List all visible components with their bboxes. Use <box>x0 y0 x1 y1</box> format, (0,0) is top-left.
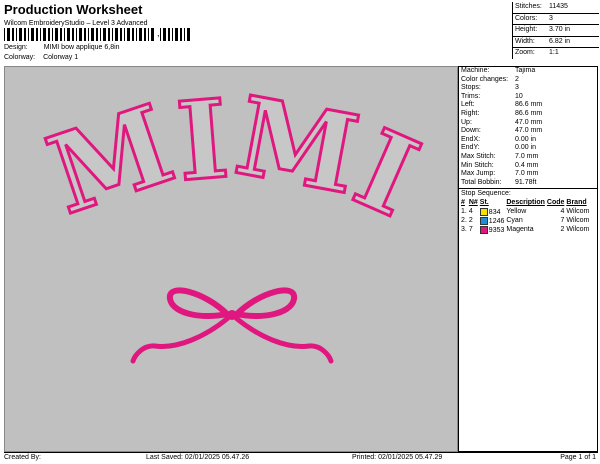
prop-value: 3 <box>515 84 519 92</box>
bow-icon <box>130 287 334 364</box>
row-index: 3. <box>461 226 467 234</box>
prop-value: 2 <box>515 75 519 83</box>
prop-value: 0.00 in <box>515 144 537 152</box>
prop-label: Color changes: <box>461 75 509 83</box>
software-name: Wilcom EmbroideryStudio – Level 3 Advanc… <box>4 20 148 27</box>
stats-box: Stitches: 11435 Colors: 3 Height: 3.70 in W… <box>512 2 599 59</box>
prop-label: EndY: <box>461 144 480 152</box>
stat-value: 6.82 in <box>549 37 571 45</box>
footer: Created By: Last Saved: 02/01/2025 05.47… <box>4 452 598 464</box>
properties-list: Machine: Tajima Color changes: 2 Stops: 3 T… <box>459 67 597 187</box>
color-swatch <box>479 225 488 234</box>
column-header: N# <box>468 199 478 207</box>
prop-value: 47.0 mm <box>515 127 543 135</box>
stop-sequence-heading: Stop Sequence: <box>459 188 597 198</box>
color-description: Yellow <box>506 208 527 216</box>
stitch-count: 834 <box>488 208 501 216</box>
stat-value: 3 <box>549 14 553 22</box>
page-title: Production Worksheet <box>4 2 143 17</box>
stat-label: Width: <box>515 37 535 45</box>
prop-value: 86.6 mm <box>515 109 543 117</box>
design-label: Design: <box>4 44 28 51</box>
stitch-cell: 1246 <box>479 216 507 225</box>
color-swatch <box>479 207 488 216</box>
prop-label: Trims: <box>461 92 481 100</box>
table-row: 3. 7 9353 Magenta 2 Wilcom <box>461 225 591 234</box>
printed-date: Printed: 02/01/2025 05.47.29 <box>352 454 443 461</box>
page-number: Page 1 of 1 <box>560 454 596 461</box>
table-row: 2. 2 1246 Cyan 7 Wilcom <box>461 216 591 225</box>
row-index: 1. <box>461 208 467 216</box>
color-swatch <box>479 216 488 225</box>
prop-label: Min Stitch: <box>461 161 494 169</box>
prop-value: Tajima <box>515 67 536 74</box>
stat-label: Colors: <box>515 14 538 22</box>
color-description: Magenta <box>506 226 534 234</box>
colorway-label: Colorway: <box>4 54 36 61</box>
column-header: Brand <box>566 199 587 207</box>
stitch-count: 1246 <box>488 217 505 225</box>
stitch-count: 9353 <box>488 226 505 234</box>
column-header: Code <box>546 199 565 207</box>
thread-brand: Wilcom <box>566 226 590 234</box>
thread-brand: Wilcom <box>566 208 590 216</box>
stat-value: 3.70 in <box>549 26 571 34</box>
stitch-cell: 9353 <box>479 225 507 234</box>
barcode <box>4 28 154 41</box>
column-header: St. <box>479 199 489 207</box>
created-by: Created By: <box>4 454 41 461</box>
prop-label: Right: <box>461 109 480 117</box>
prop-value: 7.0 mm <box>515 170 539 178</box>
stat-value: 11435 <box>549 3 568 10</box>
stitch-cell: 834 <box>479 207 507 216</box>
prop-label: Total Bobbin: <box>461 178 502 186</box>
column-header: # <box>461 199 465 207</box>
needle-number: 2 <box>468 217 473 225</box>
colorway-value: Colorway 1 <box>43 54 79 61</box>
color-code: 4 <box>560 208 565 216</box>
stat-label: Stitches: <box>515 3 542 10</box>
prop-value: 86.6 mm <box>515 101 543 109</box>
stat-value: 1:1 <box>549 49 559 57</box>
prop-label: Max Stitch: <box>461 152 496 160</box>
prop-label: Up: <box>461 118 472 126</box>
needle-number: 4 <box>468 208 473 216</box>
prop-label: EndX: <box>461 135 481 143</box>
properties-panel: Machine: Tajima Color changes: 2 Stops: 3 T… <box>458 66 598 452</box>
design-line: Design: MIMI bow applique 6,8in <box>4 44 120 51</box>
thread-brand: Wilcom <box>566 217 590 225</box>
stat-label: Height: <box>515 26 538 34</box>
prop-value: 7.0 mm <box>515 152 539 160</box>
prop-label: Down: <box>461 127 481 135</box>
row-index: 2. <box>461 217 467 225</box>
prop-label: Left: <box>461 101 475 109</box>
color-code: 2 <box>560 226 565 234</box>
stop-sequence-table: # N# St. Description Code Brand 1. 4 834… <box>461 198 591 234</box>
last-saved: Last Saved: 02/01/2025 05.47.26 <box>146 454 250 461</box>
barcode-secondary <box>160 28 190 41</box>
prop-value: 10 <box>515 92 523 100</box>
colorway-line: Colorway: Colorway 1 <box>4 54 78 61</box>
prop-label: Machine: <box>461 67 490 74</box>
prop-value: 47.0 mm <box>515 118 543 126</box>
stat-label: Zoom: <box>515 49 535 57</box>
prop-label: Stops: <box>461 84 481 92</box>
prop-value: 91.78ft <box>515 178 537 186</box>
needle-number: 7 <box>468 226 473 234</box>
design-value: MIMI bow applique 6,8in <box>43 44 120 51</box>
design-artwork: MIMI <box>33 72 436 364</box>
color-code: 7 <box>560 217 565 225</box>
prop-value: 0.00 in <box>515 135 537 143</box>
design-preview: MIMI <box>4 66 458 452</box>
column-header: Description <box>506 199 545 207</box>
prop-label: Max Jump: <box>461 170 496 178</box>
table-row: 1. 4 834 Yellow 4 Wilcom <box>461 207 591 216</box>
prop-value: 0.4 mm <box>515 161 539 169</box>
color-description: Cyan <box>506 217 523 225</box>
mimi-lettering: MIMI <box>34 73 435 241</box>
